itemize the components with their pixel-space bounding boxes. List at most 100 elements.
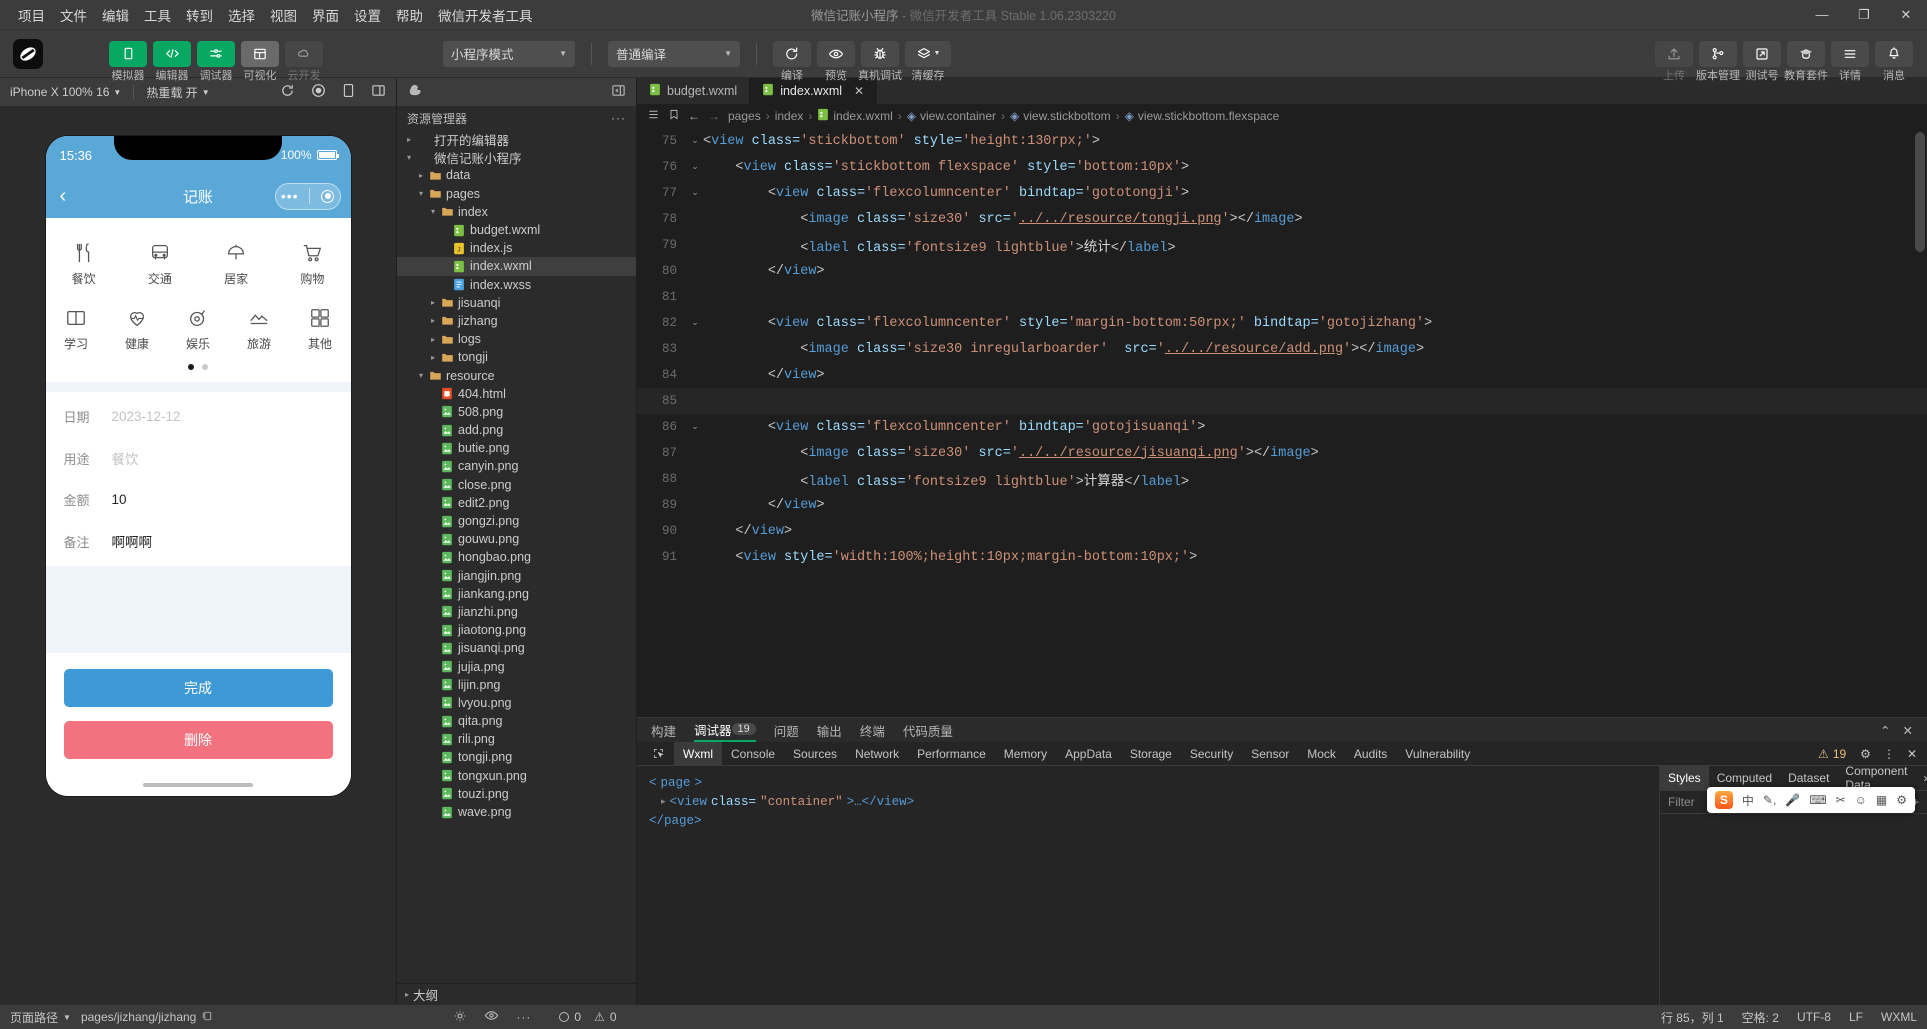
- form-value[interactable]: 啊啊啊: [112, 531, 153, 551]
- close-icon[interactable]: ✕: [1903, 723, 1913, 738]
- code-icon-button[interactable]: 编辑器: [153, 40, 191, 82]
- settings-icon[interactable]: [453, 1009, 467, 1026]
- tree-node-jiangjin-png[interactable]: jiangjin.png: [397, 567, 636, 585]
- devtools-tab-终端[interactable]: 终端: [860, 721, 885, 740]
- more-icon[interactable]: ···: [516, 1010, 531, 1024]
- menu-item-5[interactable]: 选择: [228, 5, 255, 25]
- wxml-dom-tree[interactable]: < page > ▸ <view class= "container" >…</view> <…: [637, 766, 1659, 1005]
- category-item-qita[interactable]: 其他: [290, 297, 351, 362]
- category-item-canyin[interactable]: 餐饮: [46, 232, 122, 297]
- chevron-left-icon[interactable]: ‹: [60, 185, 67, 208]
- editor-scrollbar[interactable]: [1915, 132, 1925, 252]
- filter-placeholder[interactable]: Filter: [1668, 795, 1695, 809]
- chevron-icon[interactable]: ▾: [427, 207, 439, 216]
- devtools-panel-tab-wxml[interactable]: Wxml: [674, 741, 722, 766]
- extensions-icon[interactable]: [407, 83, 422, 101]
- status-item-2[interactable]: UTF-8: [1797, 1010, 1831, 1024]
- chevron-icon[interactable]: ▸: [427, 316, 439, 325]
- refresh-icon[interactable]: [280, 83, 295, 101]
- tree-node-jujia-png[interactable]: jujia.png: [397, 657, 636, 675]
- forward-arrow-icon[interactable]: →: [708, 109, 720, 123]
- phone-icon-button[interactable]: 模拟器: [109, 40, 147, 82]
- tree-node-add-png[interactable]: add.png: [397, 421, 636, 439]
- ime-item-4[interactable]: ✂: [1836, 793, 1846, 807]
- code-line-88[interactable]: 88 <label class='fontsize9 lightblue'>计算…: [637, 466, 1927, 492]
- outline-section[interactable]: ▸ 大纲: [397, 983, 636, 1005]
- tree-node-lijin-png[interactable]: lijin.png: [397, 676, 636, 694]
- mobile-icon[interactable]: [342, 83, 355, 101]
- devtools-panel-tab-console[interactable]: Console: [722, 742, 784, 766]
- tree-node-hongbao-png[interactable]: hongbao.png: [397, 548, 636, 566]
- breadcrumb-segment-2[interactable]: index.wxml: [817, 108, 893, 124]
- tree-node-index-wxml[interactable]: index.wxml: [397, 257, 636, 276]
- menu-item-1[interactable]: 文件: [60, 5, 87, 25]
- form-row-金额[interactable]: 金额 10: [46, 479, 351, 520]
- graduation-cap-icon-button[interactable]: 教育套件: [1784, 40, 1828, 82]
- code-line-85[interactable]: 85: [637, 388, 1927, 414]
- category-item-jiaotong[interactable]: 交通: [122, 232, 198, 297]
- tree-node-touzi-png[interactable]: touzi.png: [397, 785, 636, 803]
- ime-item-6[interactable]: ▦: [1876, 793, 1887, 807]
- dom-node[interactable]: < page >: [649, 774, 1647, 793]
- back-arrow-icon[interactable]: ←: [688, 109, 700, 123]
- code-line-79[interactable]: 79 <label class='fontsize9 lightblue'>统计…: [637, 232, 1927, 258]
- kebab-icon[interactable]: ⋮: [1883, 747, 1895, 761]
- bookmark-icon[interactable]: [668, 108, 680, 124]
- close-button[interactable]: ✕: [1885, 0, 1927, 30]
- mode-select[interactable]: 小程序模式 ▼: [443, 40, 575, 67]
- code-line-90[interactable]: 90 </view>: [637, 518, 1927, 544]
- sliders-icon-button[interactable]: 调试器: [197, 40, 235, 82]
- close-icon[interactable]: ✕: [1907, 747, 1917, 761]
- chevron-icon[interactable]: ▸: [427, 298, 439, 307]
- code-line-87[interactable]: 87 <image class='size30' src='../../reso…: [637, 440, 1927, 466]
- tree-node-wave-png[interactable]: wave.png: [397, 803, 636, 821]
- fold-icon[interactable]: ⌄: [687, 422, 703, 432]
- code-line-78[interactable]: 78 <image class='size30' src='../../reso…: [637, 206, 1927, 232]
- collapse-sidebar-icon[interactable]: [611, 83, 626, 101]
- refresh-icon-button[interactable]: 编译: [773, 40, 811, 82]
- code-line-86[interactable]: 86 ⌄ <view class='flexcolumncenter' bindt…: [637, 414, 1927, 440]
- dom-node[interactable]: ▸ <view class= "container" >…</view>: [649, 793, 1647, 812]
- menu-item-9[interactable]: 帮助: [396, 5, 423, 25]
- form-row-用途[interactable]: 用途 餐饮: [46, 437, 351, 479]
- status-item-4[interactable]: WXML: [1881, 1010, 1917, 1024]
- breadcrumb-segment-1[interactable]: index: [775, 109, 804, 123]
- devtools-tab-代码质量[interactable]: 代码质量: [903, 721, 953, 740]
- code-line-80[interactable]: 80 </view>: [637, 258, 1927, 284]
- explorer-more-icon[interactable]: ···: [611, 111, 626, 125]
- tree-node-jisuanqi[interactable]: ▸ jisuanqi: [397, 294, 636, 312]
- fold-icon[interactable]: ⌄: [687, 136, 703, 146]
- code-line-89[interactable]: 89 </view>: [637, 492, 1927, 518]
- tree-node-404-html[interactable]: 404.html: [397, 385, 636, 403]
- breadcrumb-segment-4[interactable]: ◈ view.stickbottom: [1010, 109, 1111, 123]
- menu-icon-button[interactable]: 详情: [1831, 40, 1869, 82]
- code-line-76[interactable]: 76 ⌄ <view class='stickbottom flexspace' …: [637, 154, 1927, 180]
- tree-node-tongji-png[interactable]: tongji.png: [397, 748, 636, 766]
- category-item-jujia[interactable]: 居家: [198, 232, 274, 297]
- ime-item-5[interactable]: ☺: [1855, 793, 1867, 807]
- inspect-element-icon[interactable]: [643, 742, 674, 766]
- devtools-panel-tab-sources[interactable]: Sources: [784, 742, 846, 766]
- devtools-warning-count[interactable]: ⚠ 19 ⚙ ⋮ ✕: [1818, 747, 1921, 761]
- chevron-icon[interactable]: ▾: [415, 189, 427, 198]
- chevron-icon[interactable]: ▸: [427, 335, 439, 344]
- menu-item-3[interactable]: 工具: [144, 5, 171, 25]
- tree-node-index-wxss[interactable]: index.wxss: [397, 276, 636, 294]
- branch-icon-button[interactable]: 版本管理: [1696, 40, 1740, 82]
- code-line-83[interactable]: 83 <image class='size30 inregularboarder…: [637, 336, 1927, 362]
- menu-item-2[interactable]: 编辑: [102, 5, 129, 25]
- tree-node-jiaotong-png[interactable]: jiaotong.png: [397, 621, 636, 639]
- upload-icon-button[interactable]: 上传: [1655, 40, 1693, 82]
- category-item-xuexi[interactable]: 学习: [46, 297, 107, 362]
- dom-node[interactable]: </page>: [649, 812, 1647, 831]
- status-item-0[interactable]: 行 85，列 1: [1661, 1009, 1724, 1026]
- eye-icon[interactable]: [484, 1008, 499, 1026]
- tree-node-jisuanqi-png[interactable]: jisuanqi.png: [397, 639, 636, 657]
- page-dot-active[interactable]: [188, 364, 194, 370]
- devtools-panel-tab-sensor[interactable]: Sensor: [1242, 742, 1298, 766]
- tree-node-edit2-png[interactable]: edit2.png: [397, 494, 636, 512]
- bell-icon-button[interactable]: 消息: [1875, 40, 1913, 82]
- tree-node-pages[interactable]: ▾ pages: [397, 185, 636, 203]
- devtools-panel-tab-network[interactable]: Network: [846, 742, 908, 766]
- eye-icon-button[interactable]: 预览: [817, 40, 855, 82]
